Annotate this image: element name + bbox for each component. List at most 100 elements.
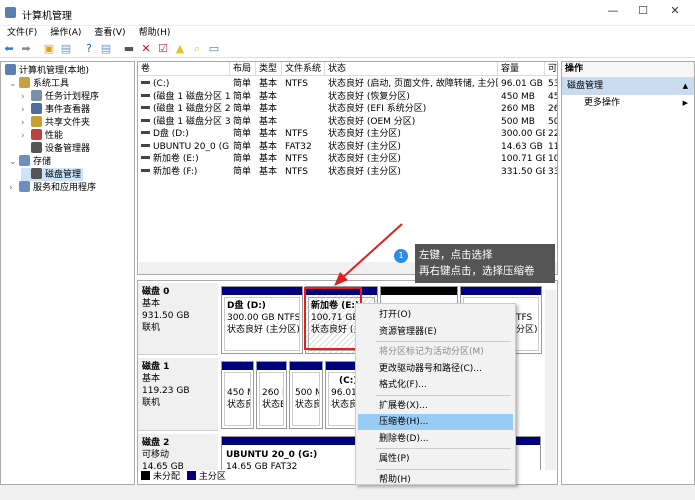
- up-folder-icon[interactable]: ▣: [43, 43, 55, 55]
- expander-icon[interactable]: ›: [21, 130, 31, 142]
- tree-item-8[interactable]: 磁盘管理: [21, 168, 84, 181]
- column-header[interactable]: 类型: [256, 62, 282, 76]
- expander-icon[interactable]: ›: [21, 104, 31, 116]
- performance-icon: [31, 129, 42, 140]
- context-menu-item[interactable]: 帮助(H): [358, 472, 513, 488]
- tree-item-3[interactable]: › 事件查看器: [21, 103, 90, 116]
- disk-status: 联机: [142, 398, 161, 408]
- column-header[interactable]: 状态: [325, 62, 498, 76]
- help-icon[interactable]: ?: [83, 43, 95, 55]
- show-hide-tree-icon[interactable]: ▤: [60, 43, 72, 55]
- expander-icon[interactable]: ›: [21, 117, 31, 129]
- volume-name[interactable]: D盘 (D:): [141, 128, 230, 141]
- volume-label: 新加卷 (E:): [153, 154, 199, 164]
- cell-5: 300.00 GB: [501, 129, 545, 139]
- tree-item-1[interactable]: ⌄ 系统工具: [9, 77, 69, 90]
- column-header[interactable]: 布局: [230, 62, 256, 76]
- disk-type: 基本: [142, 374, 161, 384]
- menu-action[interactable]: 操作(A): [50, 28, 81, 38]
- navigation-tree: 计算机管理(本地) ⌄ 系统工具 › 任务计划程序 › 事件查看器 › 共享文件夹 › 性能设备管理…: [0, 61, 135, 485]
- minimize-button[interactable]: —: [598, 4, 628, 22]
- expander-icon[interactable]: ⌄: [9, 78, 19, 90]
- menu-view[interactable]: 查看(V): [94, 28, 125, 38]
- event-viewer-icon: [31, 103, 42, 114]
- column-header[interactable]: 容量: [498, 62, 545, 76]
- volume-name[interactable]: UBUNTU 20_0 (G:): [141, 141, 230, 154]
- context-menu-item[interactable]: 属性(P): [358, 451, 513, 467]
- disk-0-label[interactable]: 磁盘 0 基本 931.50 GB 联机: [138, 283, 218, 355]
- context-menu: 打开(O) 资源管理器(E) 将分区标记为活动分区(M) 更改驱动器号和路径(C)..…: [355, 303, 516, 485]
- folder-up-icon[interactable]: ▲: [174, 43, 186, 55]
- connect-icon[interactable]: ▬: [123, 43, 135, 55]
- window-title: 计算机管理: [22, 11, 72, 22]
- volume-label: 新加卷 (F:): [153, 166, 198, 177]
- properties-icon[interactable]: ▭: [208, 43, 220, 55]
- menu-bar: 文件(F) 操作(A) 查看(V) 帮助(H): [0, 26, 695, 40]
- context-menu-item[interactable]: 更改驱动器号和路径(C)...: [358, 361, 513, 377]
- partition-name: UBUNTU 20_0 (G:): [226, 450, 318, 460]
- volume-name[interactable]: (磁盘 1 磁盘分区 1): [141, 91, 230, 104]
- expander-icon[interactable]: ⌄: [9, 156, 19, 168]
- context-menu-item[interactable]: 资源管理器(E): [358, 324, 513, 340]
- context-menu-item[interactable]: 压缩卷(H)...: [358, 414, 513, 430]
- volume-name[interactable]: 新加卷 (F:): [141, 166, 230, 179]
- tree-item-4[interactable]: › 共享文件夹: [21, 116, 90, 129]
- cell-5: 14.63 GB: [501, 141, 543, 152]
- vertical-scrollbar[interactable]: [545, 290, 556, 470]
- volume-name[interactable]: 新加卷 (E:): [141, 153, 230, 166]
- tree-item-6[interactable]: 设备管理器: [21, 142, 90, 155]
- more-actions[interactable]: 更多操作 ▶: [562, 95, 694, 111]
- expander-icon[interactable]: ›: [21, 91, 31, 103]
- check-icon[interactable]: ☑: [157, 43, 169, 55]
- volume-name[interactable]: (磁盘 1 磁盘分区 2): [141, 103, 230, 116]
- forward-icon[interactable]: ➡: [20, 43, 32, 55]
- volume-name[interactable]: (C:): [141, 78, 230, 91]
- actions-pane: 操作 磁盘管理 ▲ 更多操作 ▶: [561, 61, 695, 485]
- disk-1-label[interactable]: 磁盘 1 基本 119.23 GB 联机: [138, 358, 218, 431]
- tree-item-7[interactable]: ⌄ 存储: [9, 155, 51, 168]
- context-menu-item[interactable]: 将分区标记为活动分区(M): [358, 344, 513, 360]
- partition-oem[interactable]: 500 M 状态良: [289, 361, 323, 429]
- tree-item-5[interactable]: › 性能: [21, 129, 63, 142]
- annotation-tooltip: 左键，点击选择 再右键点击，选择压缩卷: [415, 244, 555, 283]
- column-header[interactable]: 可: [545, 62, 557, 76]
- cell-2: 基本: [259, 154, 278, 164]
- tree-item-2[interactable]: › 任务计划程序: [21, 90, 99, 103]
- partition-recovery[interactable]: 450 M 状态良: [221, 361, 254, 429]
- context-menu-item[interactable]: 打开(O): [358, 307, 513, 323]
- disk-status: 联机: [142, 323, 161, 333]
- folder-search-icon[interactable]: ⌕: [191, 43, 203, 55]
- volume-icon: [141, 156, 150, 159]
- cell-6: 53: [548, 79, 557, 89]
- tree-item-9[interactable]: › 服务和应用程序: [9, 181, 96, 194]
- context-menu-item[interactable]: 删除卷(D)...: [358, 431, 513, 447]
- column-header[interactable]: 文件系统: [282, 62, 325, 76]
- cell-1: 简单: [233, 91, 252, 102]
- context-menu-item[interactable]: 格式化(F)...: [358, 377, 513, 393]
- maximize-button[interactable]: ☐: [628, 4, 658, 22]
- close-button[interactable]: ✕: [660, 4, 690, 22]
- tree-item-0[interactable]: 计算机管理(本地): [5, 64, 89, 77]
- volume-name[interactable]: (磁盘 1 磁盘分区 3): [141, 116, 230, 129]
- cell-6: 45: [548, 91, 557, 102]
- menu-file[interactable]: 文件(F): [7, 28, 37, 38]
- actions-section-disk-management[interactable]: 磁盘管理 ▲: [562, 77, 694, 95]
- cell-4: 状态良好 (启动, 页面文件, 故障转储, 主分区): [328, 79, 498, 89]
- partition-d[interactable]: D盘 (D:) 300.00 GB NTFS 状态良好 (主分区): [221, 286, 303, 354]
- back-icon[interactable]: ⬅: [3, 43, 15, 55]
- partition-efi[interactable]: 260 M 状态E: [256, 361, 287, 429]
- tree-item-label: 设备管理器: [45, 144, 91, 154]
- menu-help[interactable]: 帮助(H): [139, 28, 171, 38]
- show-hide-action-icon[interactable]: ▤: [100, 43, 112, 55]
- cell-3: NTFS: [285, 154, 308, 164]
- column-header[interactable]: 卷: [138, 62, 230, 76]
- cell-1: 简单: [233, 166, 252, 177]
- cell-5: 331.50 GB: [501, 166, 545, 177]
- partition-size: 96.01: [331, 388, 357, 398]
- context-menu-item[interactable]: 扩展卷(X)...: [358, 398, 513, 414]
- disk-2-label[interactable]: 磁盘 2 可移动 14.65 GB: [138, 434, 218, 474]
- menu-separator: [376, 341, 511, 342]
- clock-icon: [31, 90, 42, 101]
- delete-icon[interactable]: ✕: [140, 43, 152, 55]
- expander-icon[interactable]: ›: [9, 182, 19, 194]
